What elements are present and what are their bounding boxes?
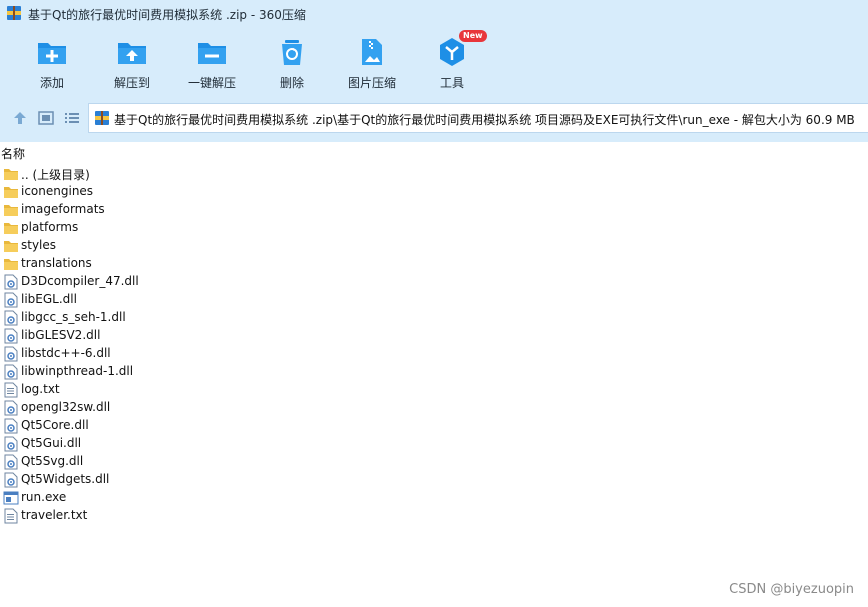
dll-file-icon	[4, 436, 18, 452]
file-name: Qt5Core.dll	[21, 418, 89, 432]
new-badge: New	[459, 30, 487, 42]
file-name: iconengines	[21, 184, 94, 198]
folder-icon	[4, 169, 18, 180]
extract-to-label: 解压到	[113, 76, 150, 90]
archive-icon	[95, 111, 109, 125]
file-row[interactable]: .. (上级目录)	[3, 165, 303, 183]
address-bar[interactable]: 基于Qt的旅行最优时间费用模拟系统 .zip\基于Qt的旅行最优时间费用模拟系统…	[88, 103, 868, 133]
list-view-icon[interactable]	[63, 110, 81, 126]
dll-file-icon	[4, 400, 18, 416]
file-name: Qt5Widgets.dll	[21, 472, 110, 486]
delete-icon	[282, 40, 302, 65]
text-file-icon	[4, 508, 18, 524]
one-click-extract-label: 一键解压	[187, 76, 236, 90]
name-column-header[interactable]: 名称	[1, 145, 25, 162]
image-compress-label: 图片压缩	[347, 76, 396, 90]
file-row[interactable]: Qt5Core.dll	[3, 417, 303, 435]
file-name: translations	[21, 256, 92, 270]
file-row[interactable]: run.exe	[3, 489, 303, 507]
dll-file-icon	[4, 454, 18, 470]
image-compress-button[interactable]: 图片压缩	[330, 30, 414, 96]
title-bar: 基于Qt的旅行最优时间费用模拟系统 .zip - 360压缩	[0, 0, 868, 28]
file-name: Qt5Svg.dll	[21, 454, 84, 468]
file-name: libgcc_s_seh-1.dll	[21, 310, 126, 324]
file-name: log.txt	[21, 382, 60, 396]
file-row[interactable]: Qt5Gui.dll	[3, 435, 303, 453]
file-name: libGLESV2.dll	[21, 328, 101, 342]
file-name: styles	[21, 238, 57, 252]
folder-icon	[4, 259, 18, 270]
dll-file-icon	[4, 418, 18, 434]
dll-file-icon	[4, 346, 18, 362]
file-row[interactable]: D3Dcompiler_47.dll	[3, 273, 303, 291]
dll-file-icon	[4, 364, 18, 380]
image-compress-icon	[362, 39, 382, 65]
file-row[interactable]: log.txt	[3, 381, 303, 399]
one-click-extract-icon	[198, 43, 226, 64]
watermark: CSDN @biyezuopin	[729, 582, 854, 597]
file-name: traveler.txt	[21, 508, 88, 522]
file-name: opengl32sw.dll	[21, 400, 111, 414]
dll-file-icon	[4, 472, 18, 488]
file-name: D3Dcompiler_47.dll	[21, 274, 139, 288]
column-header[interactable]: 名称	[0, 143, 868, 163]
add-label: 添加	[39, 76, 64, 90]
file-row[interactable]: translations	[3, 255, 303, 273]
file-name: .. (上级目录)	[21, 168, 90, 182]
file-row[interactable]: platforms	[3, 219, 303, 237]
window-title: 基于Qt的旅行最优时间费用模拟系统 .zip - 360压缩	[28, 8, 306, 22]
one-click-extract-button[interactable]: 一键解压	[170, 30, 254, 96]
file-name: platforms	[21, 220, 79, 234]
file-row[interactable]: libEGL.dll	[3, 291, 303, 309]
delete-label: 删除	[279, 76, 304, 90]
file-row[interactable]: libgcc_s_seh-1.dll	[3, 309, 303, 327]
extract-to-icon	[118, 43, 146, 64]
file-name: Qt5Gui.dll	[21, 436, 82, 450]
address-row: 基于Qt的旅行最优时间费用模拟系统 .zip\基于Qt的旅行最优时间费用模拟系统…	[0, 103, 868, 133]
add-icon	[38, 43, 66, 64]
file-name: libEGL.dll	[21, 292, 77, 306]
file-row[interactable]: libGLESV2.dll	[3, 327, 303, 345]
folder-icon	[4, 223, 18, 234]
file-row[interactable]: libwinpthread-1.dll	[3, 363, 303, 381]
file-row[interactable]: imageformats	[3, 201, 303, 219]
file-row[interactable]: Qt5Svg.dll	[3, 453, 303, 471]
file-name: libstdc++-6.dll	[21, 346, 111, 360]
thumbnail-view-icon[interactable]	[37, 110, 55, 126]
file-row[interactable]: traveler.txt	[3, 507, 303, 525]
dll-file-icon	[4, 274, 18, 290]
file-name: imageformats	[21, 202, 105, 216]
archive-app-icon	[7, 6, 21, 20]
tools-label: 工具	[439, 76, 464, 90]
file-name: libwinpthread-1.dll	[21, 364, 134, 378]
text-file-icon	[4, 382, 18, 398]
folder-icon	[4, 205, 18, 216]
top-chrome: 基于Qt的旅行最优时间费用模拟系统 .zip - 360压缩 添加 解压到 一键…	[0, 0, 868, 142]
folder-icon	[4, 187, 18, 198]
address-path: 基于Qt的旅行最优时间费用模拟系统 .zip\基于Qt的旅行最优时间费用模拟系统…	[114, 113, 855, 127]
toolbar: 添加 解压到 一键解压 删除 图片压缩 New 工具	[0, 30, 868, 96]
file-row[interactable]: styles	[3, 237, 303, 255]
dll-file-icon	[4, 328, 18, 344]
file-row[interactable]: libstdc++-6.dll	[3, 345, 303, 363]
file-row[interactable]: opengl32sw.dll	[3, 399, 303, 417]
dll-file-icon	[4, 292, 18, 308]
exe-file-icon	[3, 491, 19, 505]
folder-icon	[4, 241, 18, 252]
up-arrow-icon[interactable]	[11, 110, 29, 126]
file-name: run.exe	[21, 490, 67, 504]
dll-file-icon	[4, 310, 18, 326]
add-button[interactable]: 添加	[10, 30, 94, 96]
file-row[interactable]: Qt5Widgets.dll	[3, 471, 303, 489]
file-row[interactable]: iconengines	[3, 183, 303, 201]
delete-button[interactable]: 删除	[250, 30, 334, 96]
extract-to-button[interactable]: 解压到	[90, 30, 174, 96]
tools-button[interactable]: New 工具	[410, 30, 494, 96]
